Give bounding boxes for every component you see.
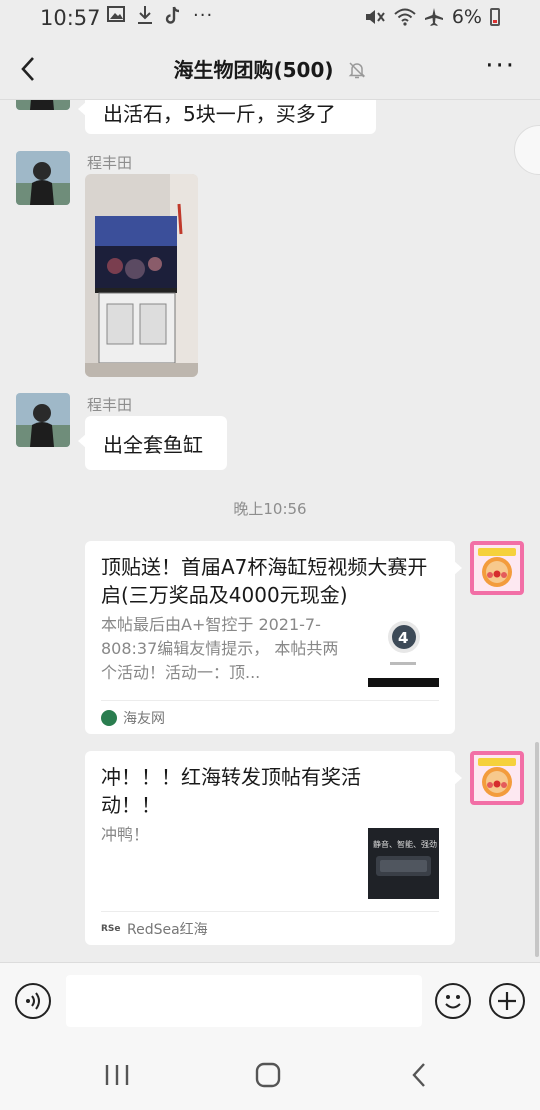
svg-text:4: 4 bbox=[398, 629, 408, 647]
card-title: 冲！！！红海转发顶帖有奖活动！！ bbox=[101, 765, 361, 817]
link-card[interactable]: 顶贴送！首届A7杯海缸短视频大赛开启(三万奖品及4000元现金) 本帖最后由A+… bbox=[85, 541, 462, 734]
time-separator: 晚上10:56 bbox=[233, 500, 307, 518]
input-bar bbox=[0, 962, 540, 1040]
recents-icon[interactable] bbox=[97, 1060, 137, 1090]
card-description: 本帖最后由A+智控于 2021-7-808:37编辑友情提示， 本帖共两个活动！… bbox=[101, 615, 339, 682]
thumb-text: 静音、智能、强劲 bbox=[373, 839, 437, 849]
card-footer: 海友网 bbox=[101, 700, 439, 734]
avatar-self[interactable] bbox=[470, 541, 524, 595]
message-input[interactable] bbox=[66, 975, 422, 1027]
card-source: RedSea红海 bbox=[127, 921, 208, 938]
more-dots-icon: ··· bbox=[193, 5, 214, 26]
status-time: 10:57 bbox=[40, 6, 101, 30]
avatar[interactable] bbox=[16, 393, 70, 447]
scrollbar[interactable] bbox=[535, 742, 539, 957]
voice-icon[interactable] bbox=[15, 983, 51, 1019]
avatar-self[interactable] bbox=[470, 751, 524, 805]
bell-off-icon bbox=[348, 62, 365, 79]
back-icon[interactable] bbox=[400, 1060, 440, 1090]
download-icon bbox=[138, 6, 152, 24]
card-description: 冲鸭！ bbox=[101, 825, 150, 844]
card-title: 顶贴送！首届A7杯海缸短视频大赛开启(三万奖品及4000元现金) bbox=[101, 555, 428, 607]
card-source: 海友网 bbox=[123, 710, 165, 727]
plus-icon[interactable] bbox=[489, 983, 525, 1019]
message-text: 出活石，5块一斤，买多了 bbox=[103, 101, 336, 126]
source-logo-icon bbox=[101, 709, 117, 726]
avatar[interactable] bbox=[16, 100, 70, 110]
message-text: 出全套鱼缸 bbox=[103, 432, 203, 457]
message-bubble[interactable]: 出活石，5块一斤，买多了 bbox=[78, 100, 376, 134]
sender-name: 程丰田 bbox=[87, 154, 133, 172]
sender-name: 程丰田 bbox=[87, 396, 133, 414]
status-bar: 10:57 ··· 6% bbox=[0, 0, 540, 38]
link-card[interactable]: 冲！！！红海转发顶帖有奖活动！！ 冲鸭！ 静音、智能、强劲 RSe RedSea… bbox=[85, 751, 462, 945]
battery-icon bbox=[490, 8, 500, 26]
message-bubble[interactable]: 出全套鱼缸 bbox=[78, 416, 227, 470]
chat-title: 海生物团购(500) bbox=[173, 58, 334, 82]
card-footer: RSe RedSea红海 bbox=[101, 911, 439, 945]
image-message[interactable] bbox=[85, 174, 198, 377]
card-thumbnail: 静音、智能、强劲 bbox=[368, 828, 439, 899]
status-icons-right: 6% bbox=[364, 6, 500, 28]
avatar[interactable] bbox=[16, 151, 70, 205]
more-icon[interactable]: ··· bbox=[485, 53, 516, 79]
chat-area[interactable]: 出活石，5块一斤，买多了 程丰田 程丰田 出全套鱼缸 晚上10:56 顶贴送！首… bbox=[0, 100, 540, 962]
emoji-icon[interactable] bbox=[435, 983, 471, 1019]
floating-window-edge[interactable] bbox=[514, 125, 540, 175]
card-thumbnail: 4 bbox=[368, 616, 439, 687]
gallery-icon bbox=[107, 6, 125, 22]
system-nav-bar bbox=[0, 1040, 540, 1110]
chat-header: 海生物团购(500) ··· bbox=[0, 38, 540, 100]
redsea-logo-icon: RSe bbox=[101, 923, 121, 934]
tiktok-icon bbox=[165, 6, 180, 24]
airplane-icon bbox=[424, 8, 443, 26]
chat-title-wrap: 海生物团购(500) bbox=[0, 54, 540, 83]
home-icon[interactable] bbox=[248, 1060, 288, 1090]
mute-icon bbox=[365, 10, 385, 24]
status-icons-left: ··· bbox=[107, 5, 213, 26]
wifi-icon bbox=[394, 8, 416, 26]
battery-percent: 6% bbox=[451, 6, 482, 28]
